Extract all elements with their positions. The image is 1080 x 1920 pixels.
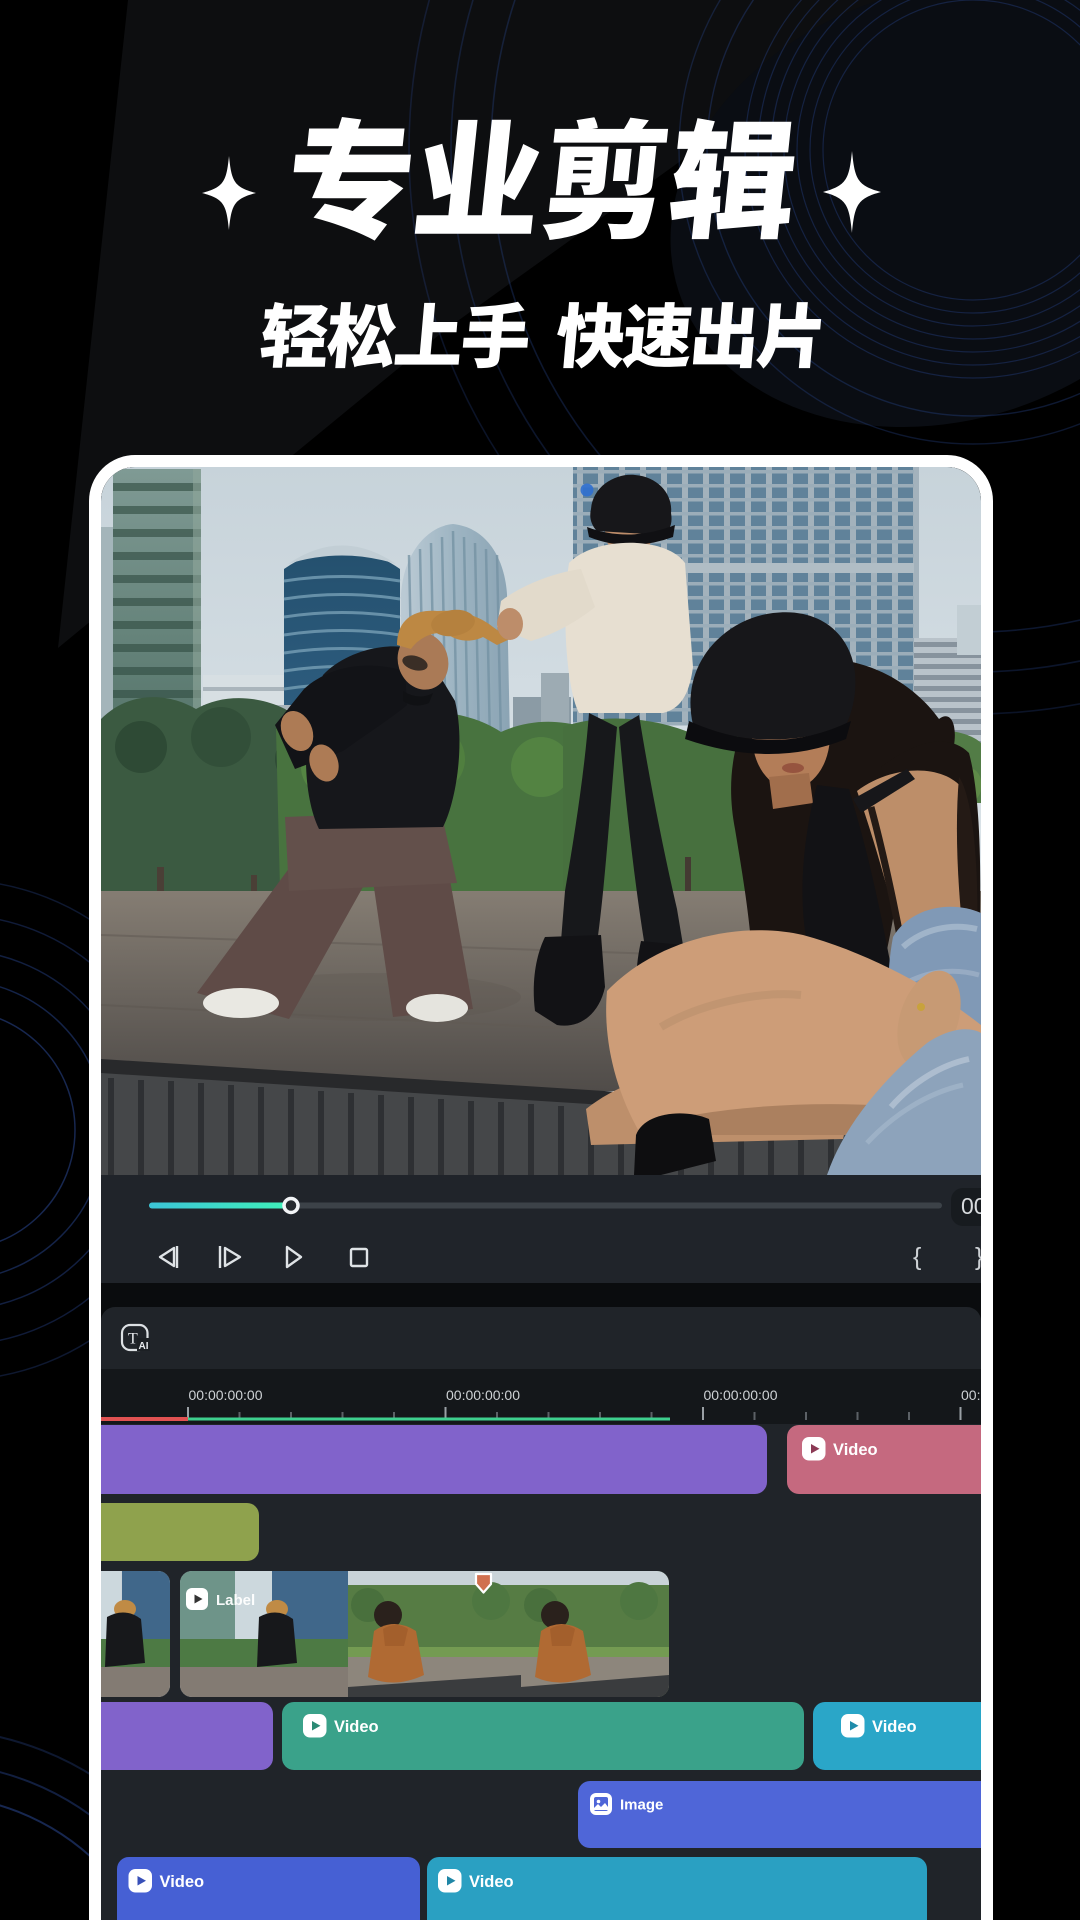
svg-text:Video: Video bbox=[872, 1718, 917, 1736]
svg-text:00:00:00:00: 00:00:00:00 bbox=[704, 1387, 778, 1403]
svg-text:Image: Image bbox=[620, 1797, 663, 1814]
svg-text:{: { bbox=[913, 1243, 921, 1271]
svg-text:Video: Video bbox=[160, 1873, 205, 1891]
svg-text:AI: AI bbox=[139, 1341, 149, 1352]
svg-text:Label: Label bbox=[216, 1592, 255, 1609]
svg-text:00:00:00:00: 00:00:00:00 bbox=[189, 1387, 263, 1403]
svg-text:Video: Video bbox=[833, 1441, 878, 1459]
svg-text:}: } bbox=[975, 1243, 981, 1271]
svg-text:Video: Video bbox=[469, 1873, 514, 1891]
svg-text:00:00:00:00: 00:00:00:00 bbox=[961, 1387, 981, 1403]
svg-text:T: T bbox=[128, 1331, 138, 1348]
svg-text:00:00:00:00: 00:00:00:00 bbox=[446, 1387, 520, 1403]
svg-text:Video: Video bbox=[334, 1718, 379, 1736]
svg-text:00: 00 bbox=[961, 1193, 981, 1219]
